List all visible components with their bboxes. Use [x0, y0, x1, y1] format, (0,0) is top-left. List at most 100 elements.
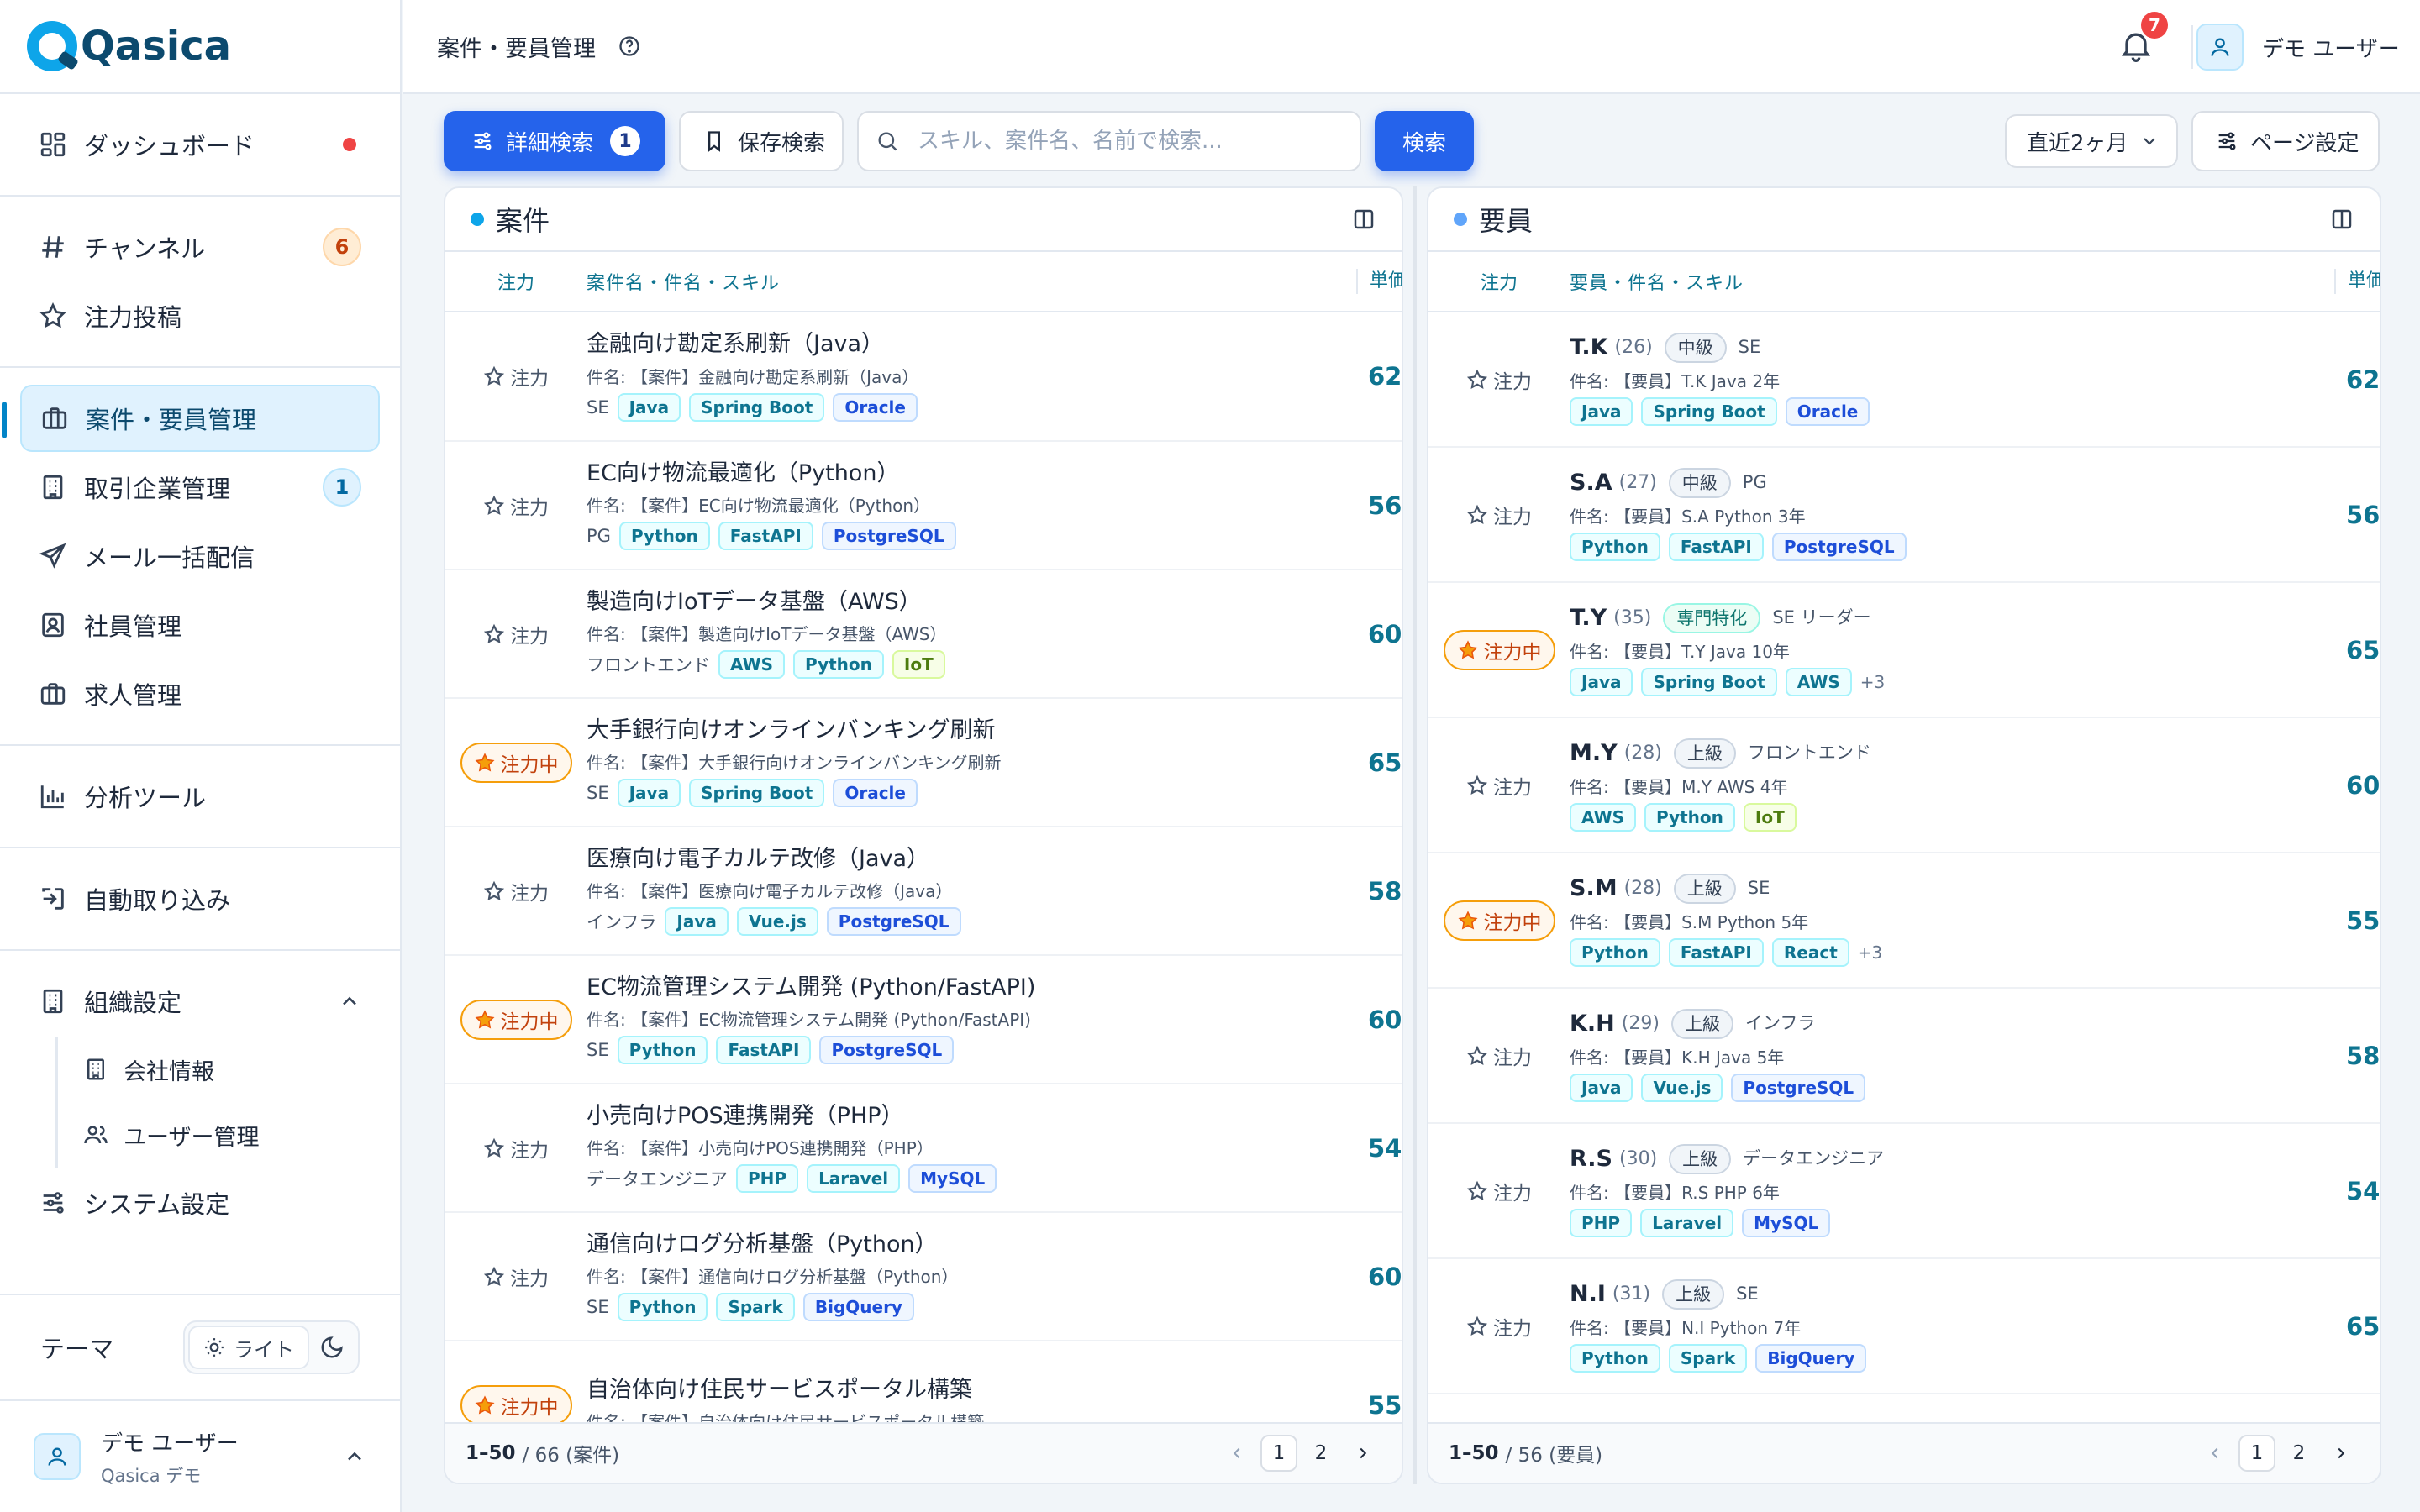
prev-page-button[interactable]: [1218, 1435, 1255, 1472]
page-settings-label: ページ設定: [2250, 130, 2360, 156]
staff-name: T.Y: [1570, 604, 1607, 631]
column-focus[interactable]: 注力: [1428, 268, 1570, 295]
project-row[interactable]: 注力 医療向け電子カルテ改修（Java） 件名: 【案件】医療向け電子カルテ改修（J…: [445, 827, 1402, 956]
star-outline-icon: [1466, 1045, 1488, 1065]
staff-row[interactable]: 注力 R.S (30) 上級 データエンジニア 件名: 【要員】R.S PHP 6年 PHP…: [1428, 1124, 2380, 1259]
period-select[interactable]: 直近2ヶ月: [2005, 114, 2178, 168]
staff-row[interactable]: 注力 S.A (27) 中級 PG 件名: 【要員】S.A Python 3年 Python…: [1428, 448, 2380, 583]
staff-row[interactable]: 注力 K.H (29) 上級 インフラ 件名: 【要員】K.H Java 5年 Java Vu…: [1428, 989, 2380, 1124]
column-layout-icon[interactable]: [2329, 207, 2354, 232]
project-row[interactable]: 注力 EC向け物流最適化（Python） 件名: 【案件】EC向け物流最適化（Pyt…: [445, 442, 1402, 570]
sidebar-item-channel[interactable]: チャンネル 6: [20, 213, 380, 281]
search-field[interactable]: [857, 111, 1361, 171]
next-page-button[interactable]: [1344, 1435, 1381, 1472]
staff-row[interactable]: 注力中 S.M (28) 上級 SE 件名: 【要員】S.M Python 5年 Pytho…: [1428, 853, 2380, 989]
focus-toggle[interactable]: 注力: [1466, 771, 1532, 800]
project-row[interactable]: 注力中 EC物流管理システム開発 (Python/FastAPI) 件名: 【案件】…: [445, 956, 1402, 1084]
focus-toggle[interactable]: 注力: [483, 491, 549, 520]
sidebar-item-mail[interactable]: メール一括配信: [20, 522, 380, 590]
theme-light-label: ライト: [234, 1337, 294, 1362]
focus-toggle[interactable]: 注力: [1466, 1312, 1532, 1341]
focus-on-toggle[interactable]: 注力中: [460, 742, 572, 783]
staff-row[interactable]: 注力 T.K (26) 中級 SE 件名: 【要員】T.K Java 2年 Java Spri…: [1428, 312, 2380, 448]
help-icon[interactable]: [618, 34, 641, 58]
column-main[interactable]: 案件名・件名・スキル: [587, 268, 780, 295]
focus-toggle[interactable]: 注力: [483, 1134, 549, 1163]
project-row[interactable]: 注力 通信向けログ分析基盤（Python） 件名: 【案件】通信向けログ分析基盤（P…: [445, 1213, 1402, 1341]
focus-toggle[interactable]: 注力: [483, 362, 549, 391]
sidebar-item-dashboard[interactable]: ダッシュボード: [20, 111, 380, 178]
column-price[interactable]: 単価: [1356, 269, 1402, 294]
column-layout-icon[interactable]: [1351, 207, 1376, 232]
saved-search-button[interactable]: 保存検索: [679, 111, 844, 171]
focus-toggle[interactable]: 注力: [483, 620, 549, 648]
focus-on-toggle[interactable]: 注力中: [1443, 900, 1555, 941]
skill-tag: Java: [1570, 1074, 1634, 1102]
sidebar-item-users[interactable]: ユーザー管理: [55, 1102, 380, 1168]
staff-price: 56: [2346, 500, 2380, 529]
focus-label: 注力: [510, 882, 549, 905]
staff-age: (26): [1614, 336, 1653, 358]
focus-toggle[interactable]: 注力: [1466, 1042, 1532, 1070]
focus-on-toggle[interactable]: 注力中: [460, 1384, 572, 1425]
focus-toggle[interactable]: 注力: [1466, 1177, 1532, 1205]
sidebar-item-system-settings[interactable]: システム設定: [20, 1169, 380, 1236]
sidebar-item-project-staff[interactable]: 案件・要員管理: [2, 385, 380, 452]
focus-toggle[interactable]: 注力: [1466, 501, 1532, 529]
project-row[interactable]: 注力 製造向けIoTデータ基盤（AWS） 件名: 【案件】製造向けIoTデータ基盤（…: [445, 570, 1402, 699]
project-row[interactable]: 注力中 大手銀行向けオンラインバンキング刷新 件名: 【案件】大手銀行向けオンライン…: [445, 699, 1402, 827]
sidebar-user-menu[interactable]: デモ ユーザー Qasica デモ: [0, 1399, 400, 1512]
sidebar-item-employees[interactable]: 社員管理: [20, 591, 380, 659]
staff-row[interactable]: 注力中 T.Y (35) 専門特化 SE リーダー 件名: 【要員】T.Y Java 10…: [1428, 583, 2380, 718]
staff-subject: 件名: 【要員】N.I Python 7年: [1570, 1318, 1802, 1338]
prev-page-button[interactable]: [2196, 1435, 2233, 1472]
level-badge: 上級: [1662, 1279, 1725, 1310]
star-outline-icon: [1466, 504, 1488, 524]
skill-tag: React: [1771, 938, 1849, 967]
column-price[interactable]: 単価: [2334, 269, 2380, 294]
project-row[interactable]: 注力 小売向けPOS連携開発（PHP） 件名: 【案件】小売向けPOS連携開発（PH…: [445, 1084, 1402, 1213]
app-logo[interactable]: Qasica: [0, 0, 400, 94]
page-number-button[interactable]: 1: [1260, 1435, 1297, 1472]
sidebar-item-focus-post[interactable]: 注力投稿: [20, 282, 380, 349]
staff-name: R.S: [1570, 1145, 1612, 1172]
project-meta: データエンジニア PHP Laravel MySQL: [587, 1164, 1005, 1194]
search-button[interactable]: 検索: [1375, 111, 1474, 171]
focus-toggle[interactable]: 注力: [483, 1263, 549, 1291]
column-main[interactable]: 要員・件名・スキル: [1570, 268, 1744, 295]
sidebar-item-jobs[interactable]: 求人管理: [20, 660, 380, 727]
star-outline-icon: [1466, 774, 1488, 795]
project-meta: SE Java Spring Boot Oracle: [587, 779, 1002, 808]
sidebar-item-import[interactable]: 自動取り込み: [20, 865, 380, 932]
sidebar-item-partners[interactable]: 取引企業管理 1: [20, 454, 380, 521]
sidebar-item-company[interactable]: 会社情報: [55, 1037, 380, 1102]
search-button-label: 検索: [1402, 130, 1446, 156]
focus-toggle[interactable]: 注力: [1466, 365, 1532, 394]
staff-title-line: M.Y (28) 上級 フロントエンド: [1570, 738, 1880, 769]
staff-row[interactable]: 注力 N.I (31) 上級 SE 件名: 【要員】N.I Python 7年 Python…: [1428, 1259, 2380, 1394]
next-page-button[interactable]: [2323, 1435, 2360, 1472]
page-number-button[interactable]: 2: [2281, 1435, 2317, 1472]
top-header: 案件・要員管理 7 デモ ユーザー: [403, 0, 2420, 94]
theme-light-button[interactable]: ライト: [188, 1326, 309, 1369]
staff-row[interactable]: 注力 M.Y (28) 上級 フロントエンド 件名: 【要員】M.Y AWS 4年 AWS P…: [1428, 718, 2380, 853]
column-focus[interactable]: 注力: [445, 268, 587, 295]
focus-toggle[interactable]: 注力: [483, 877, 549, 906]
focus-on-toggle[interactable]: 注力中: [460, 999, 572, 1040]
sidebar-item-org-settings[interactable]: 組織設定: [20, 968, 380, 1035]
focus-on-toggle[interactable]: 注力中: [1443, 629, 1555, 670]
skill-tag: AWS: [718, 650, 786, 680]
page-settings-button[interactable]: ページ設定: [2191, 111, 2380, 171]
advanced-search-button[interactable]: 詳細検索 1: [444, 111, 666, 171]
staff-skills: Java Vue.js PostgreSQL: [1570, 1074, 1874, 1102]
moon-icon[interactable]: [319, 1335, 345, 1360]
page-number-button[interactable]: 1: [2238, 1435, 2275, 1472]
sidebar-item-analytics[interactable]: 分析ツール: [20, 763, 380, 830]
project-row[interactable]: 注力 金融向け勘定系刷新（Java） 件名: 【案件】金融向け勘定系刷新（Java）…: [445, 312, 1402, 442]
search-input[interactable]: [918, 129, 1338, 154]
header-user-menu[interactable]: デモ ユーザー: [2196, 24, 2400, 71]
project-price: 58: [1368, 876, 1402, 906]
panel-resize-handle[interactable]: [1413, 186, 1417, 1484]
star-outline-icon: [483, 1137, 505, 1158]
page-number-button[interactable]: 2: [1302, 1435, 1339, 1472]
